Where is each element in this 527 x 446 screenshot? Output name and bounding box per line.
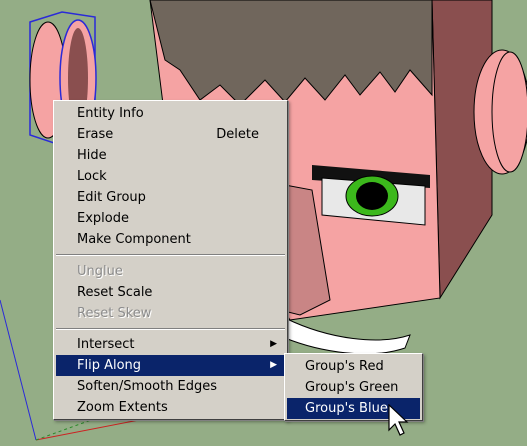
menu-item-label: Intersect: [77, 337, 135, 352]
menu-item-erase[interactable]: Erase Delete: [56, 124, 285, 145]
menu-item-label: Explode: [77, 211, 129, 226]
menu-item-label: Unglue: [77, 264, 123, 279]
menu-item-label: Reset Scale: [77, 285, 153, 300]
menu-item-label: Entity Info: [77, 106, 144, 121]
menu-item-label: Lock: [77, 169, 107, 184]
submenu-item-groups-red[interactable]: Group's Red: [287, 356, 420, 377]
menu-item-reset-skew: Reset Skew: [56, 303, 285, 324]
menu-item-edit-group[interactable]: Edit Group: [56, 187, 285, 208]
context-menu: Entity Info Erase Delete Hide Lock Edit G…: [53, 100, 288, 420]
eye-pupil-shape: [356, 182, 388, 210]
menu-item-explode[interactable]: Explode: [56, 208, 285, 229]
menu-item-label: Edit Group: [77, 190, 146, 205]
menu-item-label: Hide: [77, 148, 107, 163]
menu-item-reset-scale[interactable]: Reset Scale: [56, 282, 285, 303]
mouse-pointer-icon: [388, 404, 409, 436]
menu-item-flip-along[interactable]: Flip Along ▶: [56, 355, 285, 376]
submenu-item-groups-green[interactable]: Group's Green: [287, 377, 420, 398]
menu-separator: [56, 254, 285, 256]
menu-separator: [56, 328, 285, 330]
menu-item-label: Make Component: [77, 232, 191, 247]
menu-item-label: Flip Along: [77, 358, 142, 373]
menu-item-soften-smooth-edges[interactable]: Soften/Smooth Edges: [56, 376, 285, 397]
menu-item-label: Group's Blue: [305, 401, 388, 416]
menu-item-entity-info[interactable]: Entity Info: [56, 103, 285, 124]
submenu-arrow-icon: ▶: [270, 360, 277, 370]
menu-item-label: Erase: [77, 127, 114, 142]
menu-item-intersect[interactable]: Intersect ▶: [56, 334, 285, 355]
menu-item-label: Soften/Smooth Edges: [77, 379, 218, 394]
menu-item-label: Zoom Extents: [77, 400, 168, 415]
menu-item-unglue: Unglue: [56, 261, 285, 282]
menu-item-zoom-extents[interactable]: Zoom Extents: [56, 397, 285, 418]
menu-item-hide[interactable]: Hide: [56, 145, 285, 166]
menu-item-label: Group's Green: [305, 380, 399, 395]
menu-item-make-component[interactable]: Make Component: [56, 229, 285, 250]
menu-item-shortcut: Delete: [216, 127, 259, 142]
menu-item-label: Reset Skew: [77, 306, 152, 321]
submenu-arrow-icon: ▶: [270, 339, 277, 349]
menu-item-lock[interactable]: Lock: [56, 166, 285, 187]
menu-item-label: Group's Red: [305, 359, 384, 374]
right-ear-inner-shape: [491, 51, 527, 173]
